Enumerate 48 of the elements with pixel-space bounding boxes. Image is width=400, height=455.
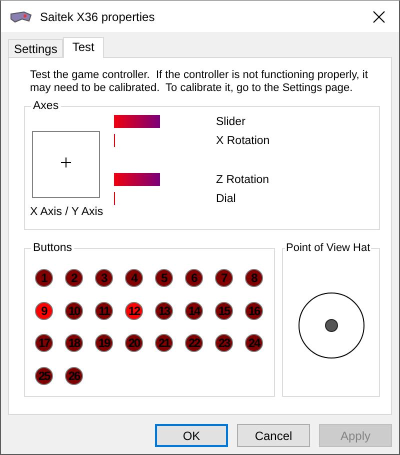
button-indicator: 12 — [125, 302, 143, 320]
xy-axis-box — [32, 131, 100, 198]
axis-line — [114, 192, 115, 205]
group-title: Axes — [32, 100, 60, 112]
button-indicator: 8 — [245, 269, 263, 287]
button-indicator: 4 — [125, 269, 143, 287]
button-indicator: 14 — [185, 302, 203, 320]
gamepad-icon — [10, 10, 32, 22]
group-title: Point of View Hat — [285, 242, 372, 254]
group-title: Buttons — [32, 242, 73, 254]
button-indicator: 16 — [245, 302, 263, 320]
button-indicator: 5 — [155, 269, 173, 287]
axis-label: X Rotation — [216, 134, 270, 146]
button-indicator: 1 — [35, 269, 53, 287]
window-title: Saitek X36 properties — [40, 10, 156, 24]
button-indicator: 11 — [95, 302, 113, 320]
button-indicator: 20 — [125, 334, 143, 352]
button-indicator: 10 — [65, 302, 83, 320]
button-indicator: 15 — [215, 302, 233, 320]
button-indicator: 7 — [215, 269, 233, 287]
axis-label: X Axis / Y Axis — [30, 206, 104, 218]
button-indicator: 6 — [185, 269, 203, 287]
button-indicator: 22 — [185, 334, 203, 352]
button-indicator: 25 — [35, 366, 53, 384]
dialog-button[interactable]: Cancel — [237, 424, 310, 447]
axis-line — [114, 134, 115, 147]
button-indicator: 26 — [65, 366, 83, 384]
description-text: Test the game controller. If the controller is not functioning properly, it may need to be calibrated. To calibrate it, go to the Settings page. — [30, 69, 369, 95]
axis-bar — [114, 115, 160, 128]
axis-bar — [114, 173, 160, 186]
axis-label: Z Rotation — [216, 174, 270, 186]
button-indicator: 19 — [95, 334, 113, 352]
button-indicator: 13 — [155, 302, 173, 320]
button-indicator: 18 — [65, 334, 83, 352]
button-indicator: 3 — [95, 269, 113, 287]
axis-label: Dial — [216, 192, 236, 204]
button-indicator: 24 — [245, 334, 263, 352]
tab[interactable]: Settings — [8, 39, 64, 57]
pov-hat-drawing — [298, 292, 364, 359]
close-icon[interactable] — [373, 10, 385, 22]
axis-label: Slider — [216, 116, 246, 128]
button-indicator: 2 — [65, 269, 83, 287]
button-indicator: 17 — [35, 334, 53, 352]
button-indicator: 23 — [215, 334, 233, 352]
button-indicator: 21 — [155, 334, 173, 352]
tab[interactable]: Test — [63, 37, 104, 58]
dialog-button[interactable]: OK — [155, 424, 228, 447]
button-indicator: 9 — [35, 302, 53, 320]
